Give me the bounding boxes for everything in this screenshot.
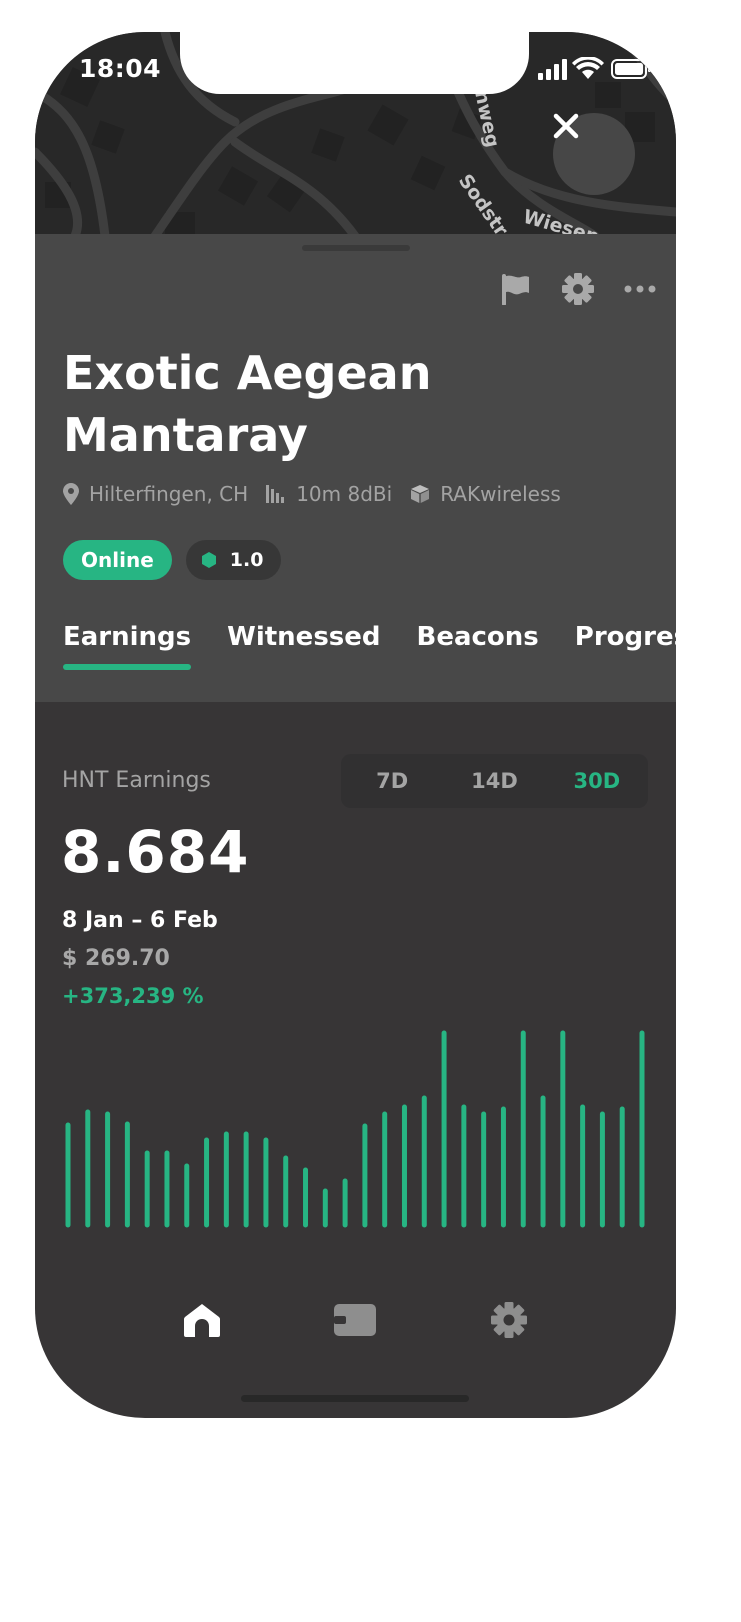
earnings-total: 8.684: [61, 818, 250, 886]
home-icon: [183, 1304, 220, 1337]
bottom-nav: [35, 1290, 676, 1350]
earnings-change: +373,239 %: [62, 984, 204, 1008]
range-selector: 7D 14D 30D: [341, 754, 648, 808]
drag-handle[interactable]: [302, 245, 410, 251]
hotspot-meta: Hilterfingen, CH 10m 8dBi RAKwireless: [63, 482, 579, 506]
settings-icon: [491, 1302, 528, 1338]
range-30d-button[interactable]: 30D: [546, 769, 648, 793]
hexagon-icon: [201, 552, 216, 568]
location-meta: Hilterfingen, CH: [63, 482, 248, 506]
maker-text: RAKwireless: [440, 482, 561, 506]
battery-icon: [611, 59, 651, 79]
reward-scale-badge: 1.0: [185, 540, 282, 580]
earnings-label: HNT Earnings: [62, 768, 211, 793]
more-icon: [624, 285, 656, 293]
nav-home[interactable]: [172, 1290, 232, 1350]
nav-settings[interactable]: [479, 1290, 539, 1350]
tab-beacons[interactable]: Beacons: [417, 622, 539, 670]
location-text: Hilterfingen, CH: [89, 482, 249, 506]
flag-button[interactable]: [485, 270, 547, 308]
tab-earnings[interactable]: Earnings: [63, 622, 192, 670]
status-time: 18:04: [79, 54, 162, 83]
range-7d-button[interactable]: 7D: [341, 769, 443, 793]
range-14d-button[interactable]: 14D: [443, 769, 545, 793]
online-status-badge: Online: [63, 540, 172, 580]
antenna-icon: [266, 485, 285, 503]
close-button[interactable]: [553, 113, 635, 195]
map-street-label: Wiesen: [521, 206, 602, 236]
more-button[interactable]: [609, 270, 671, 308]
status-badges: Online 1.0: [63, 540, 282, 580]
flag-icon: [502, 274, 529, 305]
antenna-text: 10m 8dBi: [296, 482, 393, 506]
detail-tabs: Earnings Witnessed Beacons Progress: [63, 622, 676, 670]
antenna-meta: 10m 8dBi: [266, 482, 392, 506]
location-pin-icon: [63, 483, 79, 505]
tab-progress[interactable]: Progress: [575, 622, 676, 670]
reward-scale-value: 1.0: [229, 549, 264, 571]
wallet-icon: [334, 1304, 377, 1336]
earnings-date-range: 8 Jan – 6 Feb: [62, 908, 218, 933]
sheet-toolbar: [485, 270, 671, 308]
hotspot-name: Exotic Aegean Mantaray: [63, 346, 432, 462]
gear-icon: [562, 273, 594, 305]
wifi-icon: [572, 56, 604, 79]
status-icons: [538, 56, 652, 85]
nav-wallet[interactable]: [325, 1290, 385, 1350]
phone-screen: nweg Sodstr Wiesen 18:04 Exotic Aegean M…: [35, 32, 676, 1418]
earnings-bar-chart[interactable]: [35, 1022, 676, 1232]
settings-button[interactable]: [547, 270, 609, 308]
close-icon: [553, 113, 579, 139]
hotspot-detail-sheet: Exotic Aegean Mantaray Hilterfingen, CH …: [35, 234, 676, 702]
map-street-label: Sodstr: [454, 170, 513, 236]
tab-witnessed[interactable]: Witnessed: [227, 622, 380, 670]
earnings-usd: $ 269.70: [62, 946, 170, 971]
box-icon: [411, 485, 430, 503]
home-indicator: [241, 1395, 469, 1402]
maker-meta: RAKwireless: [410, 482, 561, 506]
device-notch: [180, 32, 529, 94]
signal-icon: [538, 59, 567, 80]
